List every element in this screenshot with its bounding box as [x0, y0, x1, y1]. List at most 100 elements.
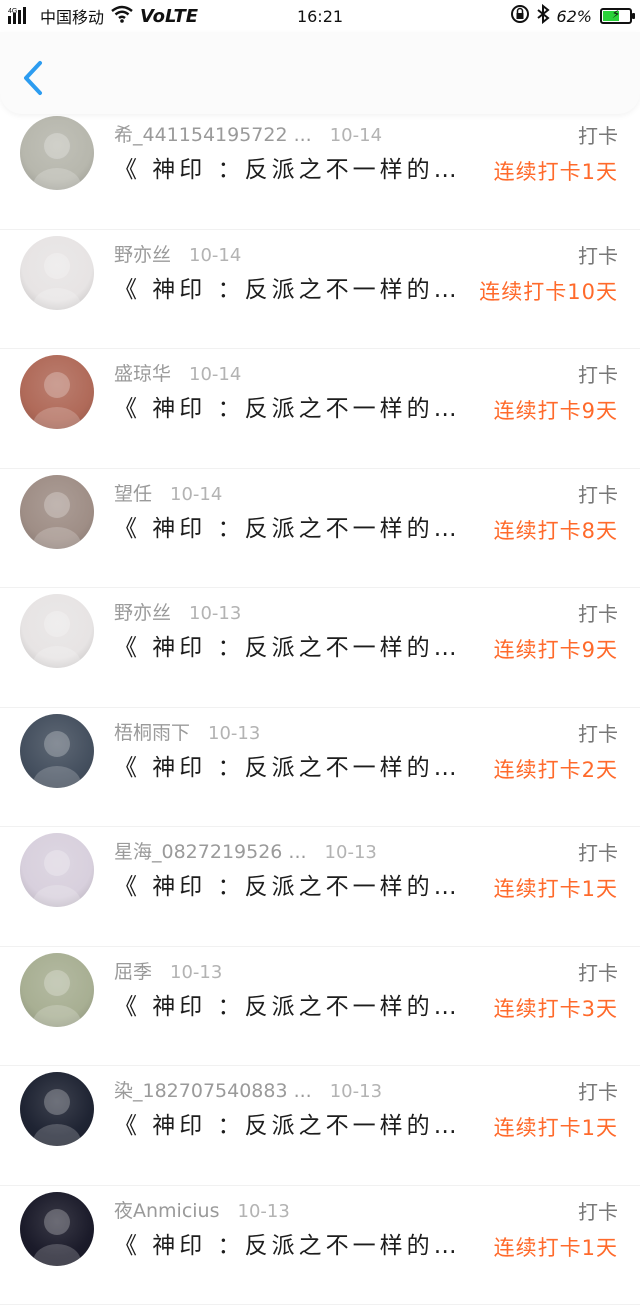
- checkin-date: 10-13: [238, 1201, 290, 1222]
- book-title[interactable]: 《 神印 ：反派之不一样的结局 》: [114, 867, 474, 901]
- wifi-icon: [110, 5, 134, 27]
- avatar[interactable]: [20, 1192, 94, 1266]
- row-meta: 染_182707540883 ... 10-13: [114, 1076, 382, 1103]
- checkin-date: 10-14: [170, 484, 222, 505]
- row-meta: 望任 10-14: [114, 479, 222, 506]
- row-meta: 屈季 10-13: [114, 957, 222, 984]
- checkin-label: 打卡: [578, 837, 618, 866]
- list-item[interactable]: 野亦丝 10-14 打卡 《 神印 ：反派之不一样的结局 》 连续打卡10天: [0, 230, 640, 350]
- checkin-date: 10-13: [189, 603, 241, 624]
- row-meta: 星海_0827219526 ... 10-13: [114, 837, 377, 864]
- checkin-date: 10-14: [189, 245, 241, 266]
- book-title[interactable]: 《 神印 ：反派之不一样的结局 》: [114, 748, 474, 782]
- user-name[interactable]: 染_182707540883 ...: [114, 1076, 312, 1103]
- user-name[interactable]: 盛琼华: [114, 359, 171, 386]
- signal-icon: 4G: [8, 6, 34, 27]
- bluetooth-icon: [536, 4, 550, 28]
- avatar[interactable]: [20, 116, 94, 190]
- user-name[interactable]: 野亦丝: [114, 598, 171, 625]
- row-meta: 野亦丝 10-13: [114, 598, 241, 625]
- list-item[interactable]: 野亦丝 10-13 打卡 《 神印 ：反派之不一样的结局 》 连续打卡9天: [0, 588, 640, 708]
- user-name[interactable]: 梧桐雨下: [114, 718, 190, 745]
- checkin-date: 10-13: [208, 723, 260, 744]
- streak-text: 连续打卡1天: [494, 156, 618, 186]
- avatar-image: [20, 953, 94, 1027]
- book-title[interactable]: 《 神印 ：反派之不一样的结局 》: [114, 270, 474, 304]
- avatar-image: [20, 475, 94, 549]
- checkin-label: 打卡: [578, 120, 618, 149]
- avatar[interactable]: [20, 1072, 94, 1146]
- status-bar: 4G 中国移动 VoLTE 16:21: [0, 0, 640, 32]
- chevron-left-icon: [18, 58, 52, 98]
- battery-percent: 62%: [556, 7, 592, 26]
- streak-text: 连续打卡9天: [494, 634, 618, 664]
- status-right: 62% ⚡: [510, 4, 632, 28]
- battery-icon: ⚡: [600, 8, 632, 24]
- list-item[interactable]: 屈季 10-13 打卡 《 神印 ：反派之不一样的结局 》 连续打卡3天: [0, 947, 640, 1067]
- checkin-date: 10-13: [325, 842, 377, 863]
- user-name[interactable]: 夜Anmicius: [114, 1196, 220, 1223]
- user-name[interactable]: 希_441154195722 ...: [114, 120, 312, 147]
- checkin-date: 10-13: [170, 962, 222, 983]
- book-title[interactable]: 《 神印 ：反派之不一样的结局 》: [114, 389, 474, 423]
- top-bar: [0, 32, 640, 114]
- checkin-date: 10-13: [330, 1081, 382, 1102]
- streak-text: 连续打卡8天: [494, 515, 618, 545]
- book-title[interactable]: 《 神印 ：反派之不一样的结局 》: [114, 1226, 474, 1260]
- user-name[interactable]: 野亦丝: [114, 240, 171, 267]
- list-item[interactable]: 染_182707540883 ... 10-13 打卡 《 神印 ：反派之不一样…: [0, 1066, 640, 1186]
- user-name[interactable]: 望任: [114, 479, 152, 506]
- row-meta: 野亦丝 10-14: [114, 240, 241, 267]
- book-title[interactable]: 《 神印 ：反派之不一样的结局 》: [114, 1106, 474, 1140]
- avatar[interactable]: [20, 833, 94, 907]
- checkin-date: 10-14: [189, 364, 241, 385]
- checkin-label: 打卡: [578, 240, 618, 269]
- avatar-image: [20, 714, 94, 788]
- avatar[interactable]: [20, 714, 94, 788]
- book-title[interactable]: 《 神印 ：反派之不一样的结局 》: [114, 628, 474, 662]
- streak-text: 连续打卡2天: [494, 754, 618, 784]
- checkin-label: 打卡: [578, 359, 618, 388]
- user-name[interactable]: 屈季: [114, 957, 152, 984]
- streak-text: 连续打卡1天: [494, 873, 618, 903]
- checkin-label: 打卡: [578, 1196, 618, 1225]
- rotation-lock-icon: [510, 4, 530, 28]
- list-item[interactable]: 夜Anmicius 10-13 打卡 《 神印 ：反派之不一样的结局 》 连续打…: [0, 1186, 640, 1305]
- checkin-label: 打卡: [578, 598, 618, 627]
- list-item[interactable]: 星海_0827219526 ... 10-13 打卡 《 神印 ：反派之不一样的…: [0, 827, 640, 947]
- avatar[interactable]: [20, 355, 94, 429]
- avatar[interactable]: [20, 475, 94, 549]
- row-meta: 夜Anmicius 10-13: [114, 1196, 290, 1223]
- avatar[interactable]: [20, 236, 94, 310]
- avatar[interactable]: [20, 594, 94, 668]
- checkin-label: 打卡: [578, 718, 618, 747]
- avatar-image: [20, 594, 94, 668]
- book-title[interactable]: 《 神印 ：反派之不一样的结局 》: [114, 987, 474, 1021]
- list-item[interactable]: 梧桐雨下 10-13 打卡 《 神印 ：反派之不一样的结局 》 连续打卡2天: [0, 708, 640, 828]
- back-button[interactable]: [18, 58, 52, 98]
- streak-text: 连续打卡10天: [479, 276, 618, 306]
- avatar[interactable]: [20, 953, 94, 1027]
- checkin-label: 打卡: [578, 479, 618, 508]
- row-meta: 梧桐雨下 10-13: [114, 718, 260, 745]
- book-title[interactable]: 《 神印 ：反派之不一样的结局 》: [114, 150, 474, 184]
- streak-text: 连续打卡1天: [494, 1112, 618, 1142]
- checkin-list: 希_441154195722 ... 10-14 打卡 《 神印 ：反派之不一样…: [0, 110, 640, 1305]
- avatar-image: [20, 1072, 94, 1146]
- book-title[interactable]: 《 神印 ：反派之不一样的结局 》: [114, 509, 474, 543]
- avatar-image: [20, 116, 94, 190]
- avatar-image: [20, 355, 94, 429]
- charging-icon: ⚡: [602, 7, 630, 21]
- list-item[interactable]: 希_441154195722 ... 10-14 打卡 《 神印 ：反派之不一样…: [0, 110, 640, 230]
- checkin-label: 打卡: [578, 957, 618, 986]
- user-name[interactable]: 星海_0827219526 ...: [114, 837, 307, 864]
- list-item[interactable]: 望任 10-14 打卡 《 神印 ：反派之不一样的结局 》 连续打卡8天: [0, 469, 640, 589]
- list-item[interactable]: 盛琼华 10-14 打卡 《 神印 ：反派之不一样的结局 》 连续打卡9天: [0, 349, 640, 469]
- carrier-name: 中国移动: [40, 4, 104, 28]
- status-left: 4G 中国移动 VoLTE: [8, 4, 198, 28]
- row-meta: 希_441154195722 ... 10-14: [114, 120, 382, 147]
- row-meta: 盛琼华 10-14: [114, 359, 241, 386]
- avatar-image: [20, 1192, 94, 1266]
- streak-text: 连续打卡1天: [494, 1232, 618, 1262]
- checkin-label: 打卡: [578, 1076, 618, 1105]
